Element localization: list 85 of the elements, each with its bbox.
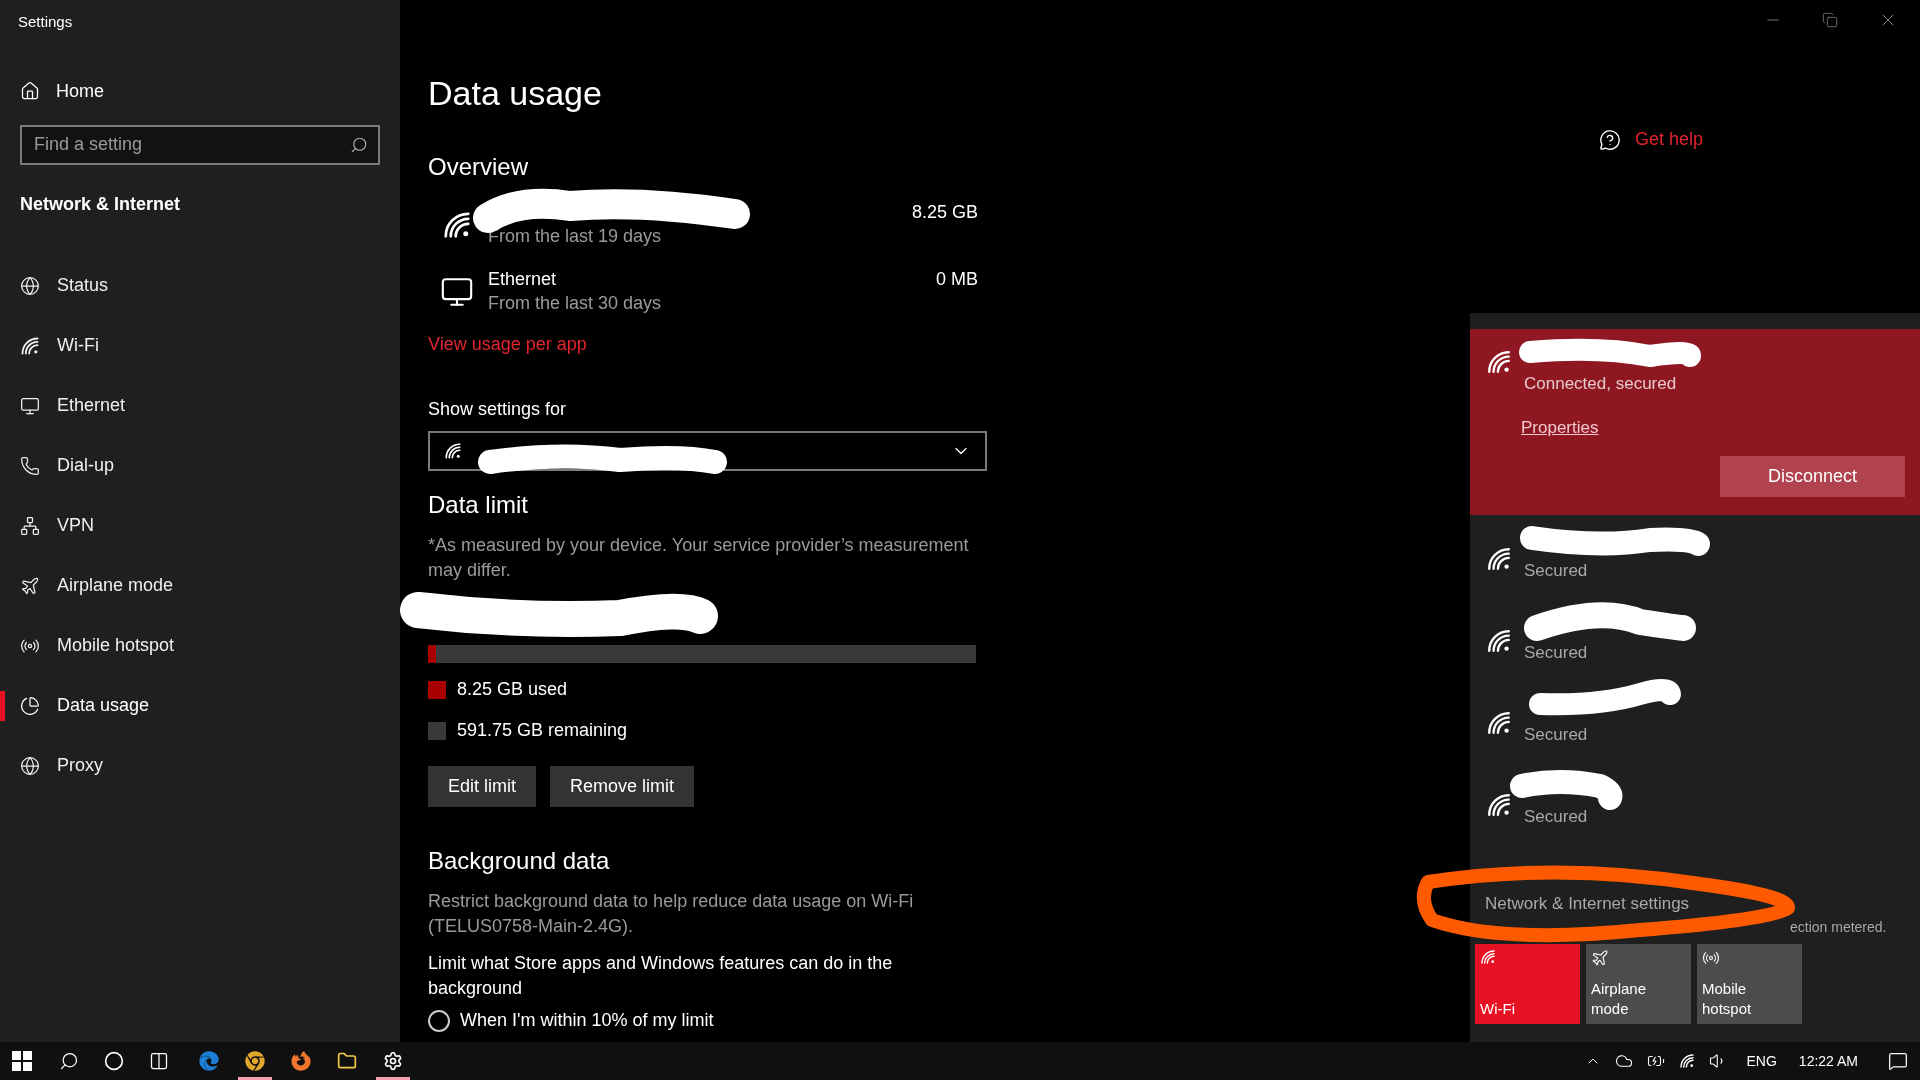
properties-link[interactable]: Properties <box>1521 414 1599 440</box>
nav-item[interactable]: Mobile hotspot <box>20 632 175 659</box>
notifications-icon[interactable] <box>1888 1051 1908 1071</box>
phone-icon <box>20 455 40 476</box>
connection-status: Connected, secured <box>1524 373 1677 395</box>
search-icon <box>350 135 368 154</box>
section-heading: Data limit <box>428 490 529 520</box>
nav-item[interactable]: Dial-up <box>20 452 115 479</box>
nav-item[interactable]: Data usage <box>20 692 150 719</box>
network-item[interactable]: Secured <box>1470 679 1920 761</box>
network-status: Secured <box>1524 806 1588 829</box>
pie-chart-icon <box>20 695 40 716</box>
connected-network[interactable]: Connected, secured Properties Disconnect <box>1470 329 1920 515</box>
browser-icon[interactable] <box>245 1051 265 1071</box>
network-status: Secured <box>1524 724 1588 747</box>
browser-icon[interactable] <box>291 1051 311 1071</box>
monitor-icon <box>20 395 40 416</box>
limit-button[interactable]: Edit limit <box>428 766 536 807</box>
quick-action-tile[interactable]: Mobile hotspot <box>1697 943 1802 1024</box>
radio-option[interactable]: When I'm within 10% of my limit <box>428 1007 714 1034</box>
wifi-icon <box>444 442 462 460</box>
home-icon <box>20 81 40 101</box>
question-text: Limit what Store apps and Windows features can do in the background <box>428 952 894 1000</box>
circle-icon[interactable] <box>104 1051 124 1071</box>
wifi-icon <box>20 335 40 356</box>
field-label: Show settings for <box>428 398 567 421</box>
note-text: *As measured by your device. Your service provider’s measurement may differ. <box>428 534 970 582</box>
usage-amount: 0 MB <box>936 268 978 291</box>
nav-item[interactable]: Status <box>20 272 109 299</box>
footer-text: ection metered. <box>1790 917 1887 937</box>
section-heading: Network & Internet <box>20 192 181 216</box>
settings-icon[interactable] <box>383 1051 403 1071</box>
search-field[interactable]: Find a setting <box>20 124 380 165</box>
windows-logo-icon[interactable] <box>12 1051 32 1071</box>
wifi-icon <box>1486 792 1512 818</box>
globe-icon <box>20 275 40 296</box>
network-icon <box>20 515 40 536</box>
quick-action-tile[interactable]: Wi-Fi <box>1475 943 1580 1024</box>
wifi-icon <box>1486 710 1512 736</box>
page-title: Data usage <box>428 73 602 114</box>
network-item[interactable]: Secured <box>1470 597 1920 679</box>
get-help-link[interactable]: Get help <box>1599 126 1704 153</box>
wifi-icon <box>442 209 472 240</box>
help-bubble-icon <box>1599 128 1621 151</box>
nav-item[interactable]: VPN <box>20 512 94 539</box>
nav-item[interactable]: Proxy <box>20 752 103 779</box>
task-view-icon[interactable] <box>149 1051 169 1071</box>
network-dropdown[interactable] <box>428 431 987 471</box>
globe-icon <box>20 755 40 776</box>
usage-per-app-link[interactable]: View usage per app <box>428 331 587 358</box>
quick-action-tile[interactable]: Airplane mode <box>1586 943 1691 1024</box>
cloud-icon[interactable] <box>1614 1052 1633 1070</box>
connection-name: Ethernet <box>488 269 557 289</box>
usage-amount: 8.25 GB <box>911 201 978 224</box>
home-link[interactable]: Home <box>20 77 104 105</box>
window-title: Settings <box>18 12 73 32</box>
usage-period: From the last 30 days <box>488 292 662 315</box>
wifi-icon <box>1486 628 1512 654</box>
language-indicator[interactable]: ENG <box>1746 1050 1777 1072</box>
wifi-icon <box>1480 948 1496 965</box>
description-text: Restrict background data to help reduce data usage on Wi-Fi (TELUS0758-Main-2.4G). <box>428 890 915 938</box>
clock[interactable]: 12:22 AM <box>1798 1050 1858 1072</box>
airplane-icon <box>1591 948 1609 967</box>
restore-icon[interactable] <box>1822 12 1838 28</box>
section-heading: Background data <box>428 846 610 876</box>
wifi-icon <box>1678 1053 1695 1069</box>
network-status: Secured <box>1524 642 1588 665</box>
search-icon[interactable] <box>59 1051 79 1071</box>
browser-icon[interactable] <box>199 1051 219 1071</box>
legend-label: 8.25 GB used <box>457 678 568 701</box>
section-heading: Overview <box>428 152 529 182</box>
settings-link[interactable]: Network & Internet settings <box>1485 891 1690 917</box>
network-item[interactable]: Secured <box>1470 515 1920 597</box>
limit-button[interactable]: Remove limit <box>550 766 695 807</box>
nav-item[interactable]: Ethernet <box>20 392 126 419</box>
nav-item[interactable]: Airplane mode <box>20 572 174 599</box>
wifi-icon <box>1486 349 1512 375</box>
folder-icon[interactable] <box>337 1051 357 1071</box>
legend-label: 591.75 GB remaining <box>457 719 628 742</box>
disconnect-button[interactable]: Disconnect <box>1720 456 1905 497</box>
airplane-icon <box>20 575 40 596</box>
wifi-icon <box>1486 546 1512 572</box>
network-item[interactable]: Secured <box>1470 761 1920 843</box>
network-status: Secured <box>1524 560 1588 583</box>
nav-item[interactable]: Wi-Fi <box>20 332 99 359</box>
